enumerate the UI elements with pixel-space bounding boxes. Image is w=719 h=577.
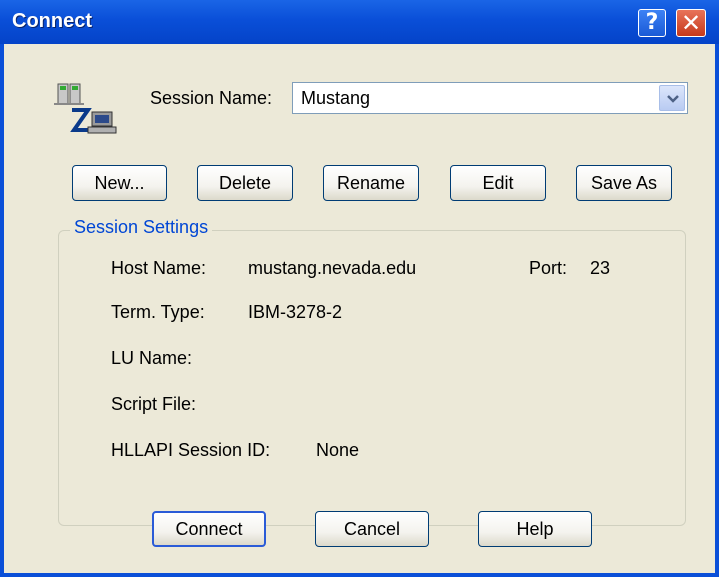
term-type-label: Term. Type:: [111, 302, 205, 322]
delete-button[interactable]: Delete: [197, 165, 293, 201]
rename-button[interactable]: Rename: [323, 165, 419, 201]
connect-button[interactable]: Connect: [152, 511, 266, 547]
term-type-value: IBM-3278-2: [248, 302, 343, 322]
cancel-button[interactable]: Cancel: [315, 511, 429, 547]
new-button[interactable]: New...: [72, 165, 167, 201]
title-bar[interactable]: Connect ? ✕: [0, 0, 719, 44]
session-name-value: Mustang: [301, 88, 371, 108]
connect-dialog: Connect ? ✕ Session Name: Mustang New...…: [0, 0, 719, 577]
session-name-dropdown[interactable]: Mustang: [292, 82, 688, 114]
hllapi-session-id-label: HLLAPI Session ID:: [111, 440, 271, 460]
session-computer-icon: [54, 80, 118, 138]
window-title: Connect: [12, 10, 92, 32]
close-button[interactable]: ✕: [676, 9, 706, 37]
help-button[interactable]: Help: [478, 511, 592, 547]
host-name-label: Host Name:: [111, 258, 207, 278]
port-label: Port:: [529, 258, 568, 278]
help-title-button[interactable]: ?: [638, 9, 666, 37]
session-settings-legend: Session Settings: [70, 217, 213, 238]
dialog-content: Session Name: Mustang New... Delete Rena…: [4, 44, 715, 573]
script-file-label: Script File:: [111, 394, 197, 414]
save-as-button[interactable]: Save As: [576, 165, 672, 201]
chevron-down-icon[interactable]: [659, 85, 685, 111]
hllapi-session-id-value: None: [316, 440, 360, 460]
lu-name-label: LU Name:: [111, 348, 193, 368]
port-value: 23: [590, 258, 611, 278]
host-name-value: mustang.nevada.edu: [248, 258, 417, 278]
edit-button[interactable]: Edit: [450, 165, 546, 201]
session-name-label: Session Name:: [150, 88, 273, 108]
